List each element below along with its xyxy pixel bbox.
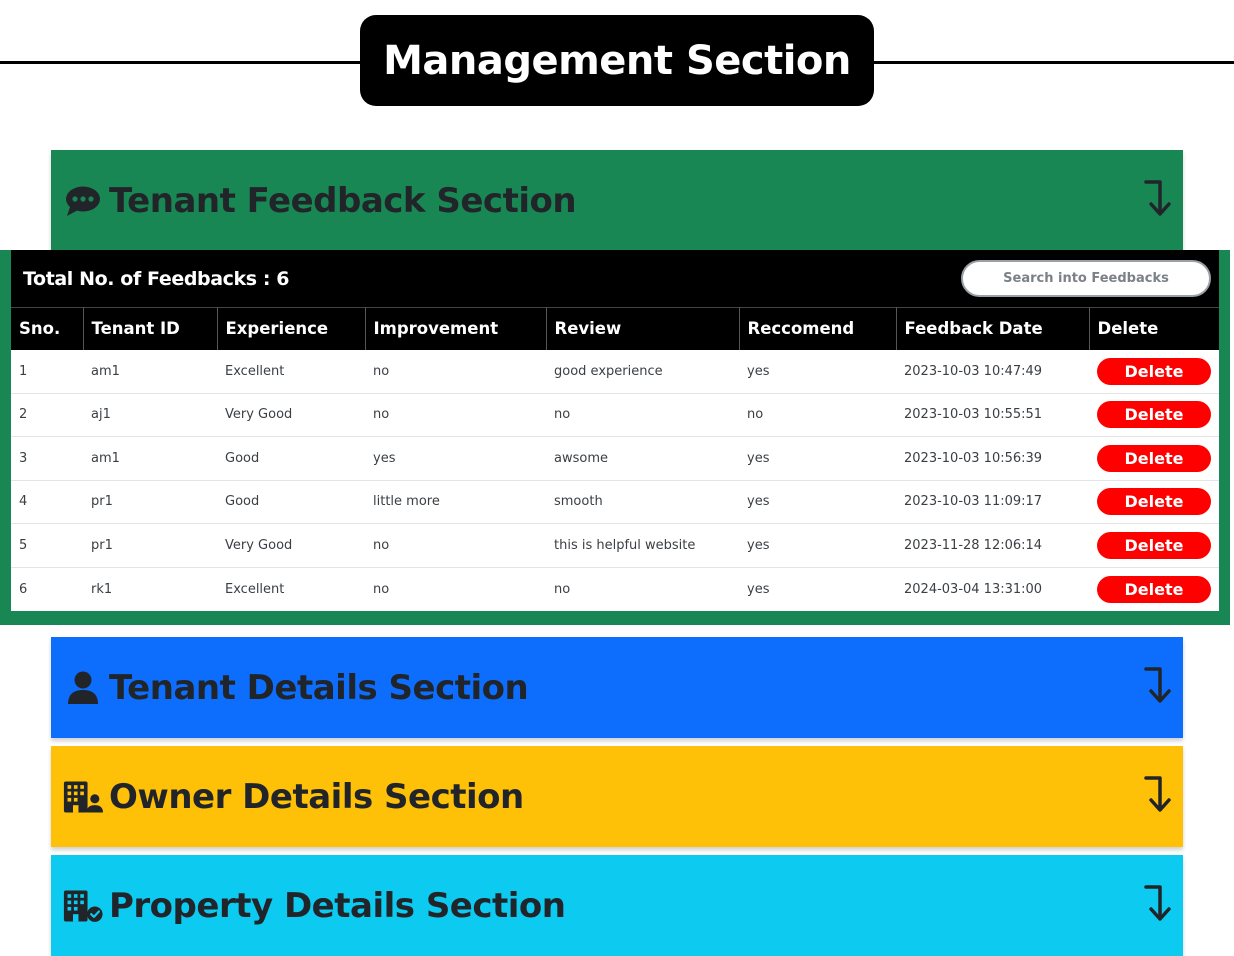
tenant-feedback-section-header[interactable]: Tenant Feedback Section <box>51 150 1183 251</box>
delete-button[interactable]: Delete <box>1097 488 1211 516</box>
table-row: 3 am1 Good yes awsome yes 2023-10-03 10:… <box>11 436 1219 481</box>
cell-improvement: no <box>365 523 546 568</box>
cell-tenant-id: aj1 <box>83 393 217 437</box>
cell-tenant-id: pr1 <box>83 523 217 568</box>
cell-review: smooth <box>546 480 739 524</box>
cell-feedback-date: 2023-11-28 12:06:14 <box>896 523 1089 568</box>
cell-reccomend: yes <box>747 581 770 597</box>
building-check-icon <box>63 886 103 926</box>
cell-feedback-date: 2023-10-03 10:47:49 <box>896 349 1089 394</box>
column-header-delete: Delete <box>1089 307 1219 350</box>
table-row: 4 pr1 Good little more smooth yes 2023-1… <box>11 480 1219 524</box>
cell-tenant-id: rk1 <box>91 581 113 597</box>
delete-button[interactable]: Delete <box>1097 444 1211 472</box>
cell-improvement: yes <box>365 436 546 481</box>
building-user-icon <box>63 777 103 817</box>
cell-improvement: no <box>365 393 546 437</box>
table-row: 2 aj1 Very Good no no no 2023-10-03 10:5… <box>11 393 1219 437</box>
cell-delete: Delete <box>1089 436 1219 481</box>
tenant-details-section-header[interactable]: Tenant Details Section <box>51 637 1183 738</box>
cell-review: good experience <box>546 349 739 394</box>
arrow-turn-down-icon[interactable] <box>1143 178 1173 218</box>
arrow-turn-down-icon[interactable] <box>1143 665 1173 705</box>
cell-review: no <box>554 581 571 597</box>
cell-feedback-date: 2023-10-03 10:56:39 <box>896 436 1089 481</box>
cell-feedback-date: 2024-03-04 13:31:00 <box>904 581 1043 597</box>
cell-tenant-id: am1 <box>83 436 217 481</box>
cell-sno: 6 <box>19 581 28 597</box>
cell-reccomend: yes <box>739 349 896 394</box>
cell-delete: Delete <box>1089 480 1219 524</box>
cell-sno: 2 <box>11 393 83 437</box>
cell-improvement: no <box>365 349 546 394</box>
cell-experience: Good <box>217 480 365 524</box>
column-header-reccomend: Reccomend <box>739 307 897 350</box>
cell-reccomend: yes <box>739 523 896 568</box>
delete-button[interactable]: Delete <box>1097 357 1211 385</box>
section-title: Property Details Section <box>109 885 566 926</box>
cell-experience: Very Good <box>217 523 365 568</box>
table-header-row: Sno. Tenant ID Experience Improvement Re… <box>11 307 1219 350</box>
cell-reccomend: yes <box>739 480 896 524</box>
cell-review: awsome <box>546 436 739 481</box>
feedback-count: Total No. of Feedbacks : 6 <box>23 267 290 290</box>
cell-experience: Good <box>217 436 365 481</box>
cell-delete: Delete <box>1089 349 1219 394</box>
delete-button[interactable]: Delete <box>1097 401 1211 429</box>
table-row: 6 rk1 Excellent no no yes 2024-03-04 13:… <box>11 567 1219 611</box>
page-title: Management Section <box>360 15 874 106</box>
cell-review: this is helpful website <box>546 523 739 568</box>
cell-experience: Excellent <box>225 581 285 597</box>
column-header-experience: Experience <box>217 307 366 350</box>
section-title: Owner Details Section <box>109 776 524 817</box>
cell-delete: Delete <box>1089 393 1219 437</box>
feedback-table: Sno. Tenant ID Experience Improvement Re… <box>11 307 1219 611</box>
column-header-improvement: Improvement <box>365 307 547 350</box>
cell-reccomend: no <box>739 393 896 437</box>
feedback-toolbar: Total No. of Feedbacks : 6 <box>11 250 1219 307</box>
cell-tenant-id: am1 <box>83 349 217 394</box>
cell-sno: 4 <box>11 480 83 524</box>
feedback-panel: Total No. of Feedbacks : 6 Sno. Tenant I… <box>0 250 1230 625</box>
cell-reccomend: yes <box>739 436 896 481</box>
cell-sno: 1 <box>11 349 83 394</box>
delete-button[interactable]: Delete <box>1097 575 1211 603</box>
cell-sno: 5 <box>11 523 83 568</box>
delete-button[interactable]: Delete <box>1097 531 1211 559</box>
cell-experience: Very Good <box>217 393 365 437</box>
arrow-turn-down-icon[interactable] <box>1143 883 1173 923</box>
cell-improvement: little more <box>365 480 546 524</box>
feedback-search-input[interactable] <box>961 260 1211 297</box>
cell-tenant-id: pr1 <box>83 480 217 524</box>
table-row: 1 am1 Excellent no good experience yes 2… <box>11 349 1219 394</box>
section-title: Tenant Feedback Section <box>109 180 577 221</box>
comment-dots-icon <box>63 181 103 221</box>
cell-delete: Delete <box>1089 523 1219 568</box>
cell-experience: Excellent <box>217 349 365 394</box>
property-details-section-header[interactable]: Property Details Section <box>51 855 1183 956</box>
cell-delete: Delete <box>1089 567 1219 611</box>
column-header-tenant-id: Tenant ID <box>83 307 218 350</box>
cell-improvement: no <box>373 581 390 597</box>
section-title: Tenant Details Section <box>109 667 529 708</box>
table-row: 5 pr1 Very Good no this is helpful websi… <box>11 523 1219 568</box>
column-header-sno: Sno. <box>11 307 84 350</box>
cell-review: no <box>546 393 739 437</box>
cell-sno: 3 <box>11 436 83 481</box>
arrow-turn-down-icon[interactable] <box>1143 774 1173 814</box>
column-header-review: Review <box>546 307 740 350</box>
cell-feedback-date: 2023-10-03 10:55:51 <box>896 393 1089 437</box>
owner-details-section-header[interactable]: Owner Details Section <box>51 746 1183 847</box>
cell-feedback-date: 2023-10-03 11:09:17 <box>896 480 1089 524</box>
user-icon <box>63 668 103 708</box>
column-header-feedback-date: Feedback Date <box>896 307 1090 350</box>
